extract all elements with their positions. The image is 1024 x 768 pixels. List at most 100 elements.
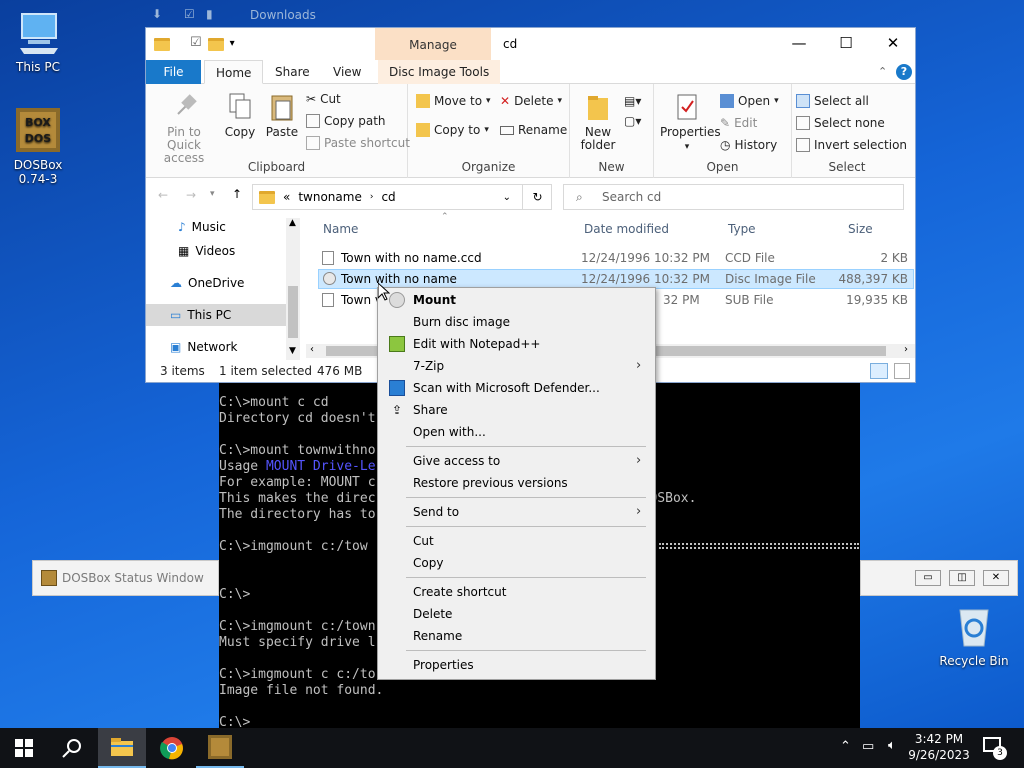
column-header-size[interactable]: Size xyxy=(848,222,873,236)
history-button[interactable]: ◷ History xyxy=(720,138,777,152)
large-icons-view-icon[interactable] xyxy=(894,363,910,379)
refresh-button[interactable]: ↻ xyxy=(522,184,552,210)
maximize-button[interactable]: ☐ xyxy=(823,28,869,58)
menu-item-give-access[interactable]: Give access to xyxy=(413,451,500,471)
breadcrumb-parent[interactable]: twnoname xyxy=(298,190,362,204)
menu-item-send-to[interactable]: Send to xyxy=(413,502,459,522)
search-button[interactable] xyxy=(48,728,96,768)
breadcrumb-current[interactable]: cd xyxy=(381,190,395,204)
nav-item-network[interactable]: ▣ Network xyxy=(170,340,237,354)
desktop-icon-dosbox[interactable]: BOX DOS DOSBox 0.74-3 xyxy=(2,106,74,186)
volume-icon[interactable]: 🔈︎ xyxy=(888,738,896,753)
menu-item-cut[interactable]: Cut xyxy=(413,531,434,551)
copy-to-button[interactable]: Copy to ▾ xyxy=(416,123,489,137)
desktop-icon-recycle-bin[interactable]: Recycle Bin xyxy=(938,602,1010,668)
delete-button[interactable]: ✕ Delete ▾ xyxy=(500,94,562,108)
details-view-icon[interactable] xyxy=(870,363,888,379)
open-button[interactable]: Open ▾ xyxy=(720,94,779,108)
nav-item-music[interactable]: ♪ Music xyxy=(178,220,226,234)
restore-button[interactable]: ◫ xyxy=(949,570,975,586)
desktop-icon-this-pc[interactable]: This PC xyxy=(2,8,74,74)
taskbar-dosbox[interactable] xyxy=(196,728,244,768)
menu-item-7zip[interactable]: 7-Zip xyxy=(413,356,444,376)
tab-file[interactable]: File xyxy=(146,60,201,84)
folder-icon[interactable] xyxy=(154,38,170,51)
menu-item-properties[interactable]: Properties xyxy=(413,655,474,675)
nav-item-videos[interactable]: ▦ Videos xyxy=(178,244,235,258)
background-window-titlebar[interactable]: ⬇ ☑ ▮ Downloads xyxy=(146,4,846,26)
chevron-right-icon[interactable]: › xyxy=(370,192,374,202)
explorer-titlebar[interactable]: ☑ ▾ Manage cd — ☐ ✕ xyxy=(146,28,915,60)
edit-button[interactable]: ✎ Edit xyxy=(720,116,757,130)
nav-scrollbar[interactable]: ▲ ▼ xyxy=(286,218,300,360)
tab-disc-image-tools[interactable]: Disc Image Tools xyxy=(378,60,501,84)
tab-share[interactable]: Share xyxy=(264,60,321,84)
network-icon[interactable]: ▭ xyxy=(862,739,874,754)
back-icon[interactable]: ← xyxy=(158,188,168,202)
chevron-down-icon[interactable]: ▾ xyxy=(230,38,235,51)
scroll-up-icon[interactable]: ▲ xyxy=(289,218,296,228)
tab-manage[interactable]: Manage xyxy=(375,28,491,60)
scroll-thumb[interactable] xyxy=(288,286,298,338)
breadcrumb-overflow[interactable]: « xyxy=(283,190,290,204)
copy-button[interactable]: Copy xyxy=(222,92,258,139)
menu-item-burn-disc-image[interactable]: Burn disc image xyxy=(413,312,510,332)
new-folder-icon[interactable] xyxy=(207,38,224,51)
tab-view[interactable]: View xyxy=(322,60,372,84)
paste-button[interactable]: Paste xyxy=(264,92,300,139)
minimize-button[interactable]: ▭ xyxy=(915,570,941,586)
show-hidden-icons-icon[interactable]: ⌃ xyxy=(840,739,851,754)
rename-button[interactable]: Rename xyxy=(500,123,567,137)
menu-item-copy[interactable]: Copy xyxy=(413,553,443,573)
menu-item-mount[interactable]: Mount xyxy=(413,290,456,310)
menu-item-delete[interactable]: Delete xyxy=(413,604,452,624)
close-button[interactable]: ✕ xyxy=(870,28,915,58)
file-row-selected[interactable]: Town with no name 12/24/1996 10:32 PM Di… xyxy=(318,269,914,289)
menu-item-share[interactable]: Share xyxy=(413,400,448,420)
scroll-down-icon[interactable]: ▼ xyxy=(289,346,296,356)
invert-selection-button[interactable]: Invert selection xyxy=(796,138,907,152)
menu-item-restore-versions[interactable]: Restore previous versions xyxy=(413,473,568,493)
select-none-button[interactable]: Select none xyxy=(796,116,885,130)
nav-item-onedrive[interactable]: ☁ OneDrive xyxy=(170,276,244,290)
help-icon[interactable]: ? xyxy=(896,64,912,80)
pin-quick-access-button[interactable]: Pin to Quick access xyxy=(152,92,216,165)
scroll-left-icon[interactable]: ‹ xyxy=(310,344,314,355)
new-item-icon[interactable]: ▤▾ xyxy=(624,94,641,108)
column-header-type[interactable]: Type xyxy=(728,222,756,236)
copy-path-button[interactable]: Copy path xyxy=(306,114,386,128)
forward-icon[interactable]: → xyxy=(186,188,196,202)
menu-item-scan-defender[interactable]: Scan with Microsoft Defender... xyxy=(413,378,600,398)
select-all-button[interactable]: Select all xyxy=(796,94,869,108)
notification-center-button[interactable]: 3 xyxy=(983,737,1007,760)
taskbar-file-explorer[interactable] xyxy=(98,728,146,768)
move-to-button[interactable]: Move to ▾ xyxy=(416,94,491,108)
dosbox-status-window[interactable]: DOSBox Status Window xyxy=(32,560,219,596)
ribbon-collapse-icon[interactable]: ⌃ xyxy=(878,65,887,78)
paste-shortcut-button[interactable]: Paste shortcut xyxy=(306,136,410,150)
chevron-down-icon[interactable]: ▾ xyxy=(210,189,215,199)
nav-item-this-pc[interactable]: ▭ This PC xyxy=(170,308,231,322)
properties-button[interactable]: Properties ▾ xyxy=(660,92,721,154)
column-header-name[interactable]: Name xyxy=(323,222,358,236)
new-folder-button[interactable]: New folder xyxy=(580,92,616,152)
tab-home[interactable]: Home xyxy=(204,60,264,84)
cut-button[interactable]: ✂ Cut xyxy=(306,92,341,106)
minimize-button[interactable]: — xyxy=(776,28,822,58)
up-icon[interactable]: ↑ xyxy=(232,187,242,201)
menu-item-rename[interactable]: Rename xyxy=(413,626,462,646)
file-row[interactable]: Town with no name.ccd 12/24/1996 10:32 P… xyxy=(318,248,914,268)
scroll-right-icon[interactable]: › xyxy=(904,344,908,355)
close-button[interactable]: ✕ xyxy=(983,570,1009,586)
properties-icon[interactable]: ☑ xyxy=(190,35,202,51)
menu-item-open-with[interactable]: Open with... xyxy=(413,422,486,442)
chevron-down-icon[interactable]: ⌄ xyxy=(503,192,511,203)
easy-access-icon[interactable]: ▢▾ xyxy=(624,114,641,128)
column-header-date[interactable]: Date modified xyxy=(584,222,669,236)
start-button[interactable] xyxy=(0,728,48,768)
search-input[interactable]: ⌕ Search cd xyxy=(563,184,904,210)
taskbar-chrome[interactable] xyxy=(148,728,196,768)
clock[interactable]: 3:42 PM 9/26/2023 xyxy=(908,731,970,763)
menu-item-create-shortcut[interactable]: Create shortcut xyxy=(413,582,506,602)
address-bar[interactable]: « twnoname › cd ⌄ xyxy=(252,184,552,210)
